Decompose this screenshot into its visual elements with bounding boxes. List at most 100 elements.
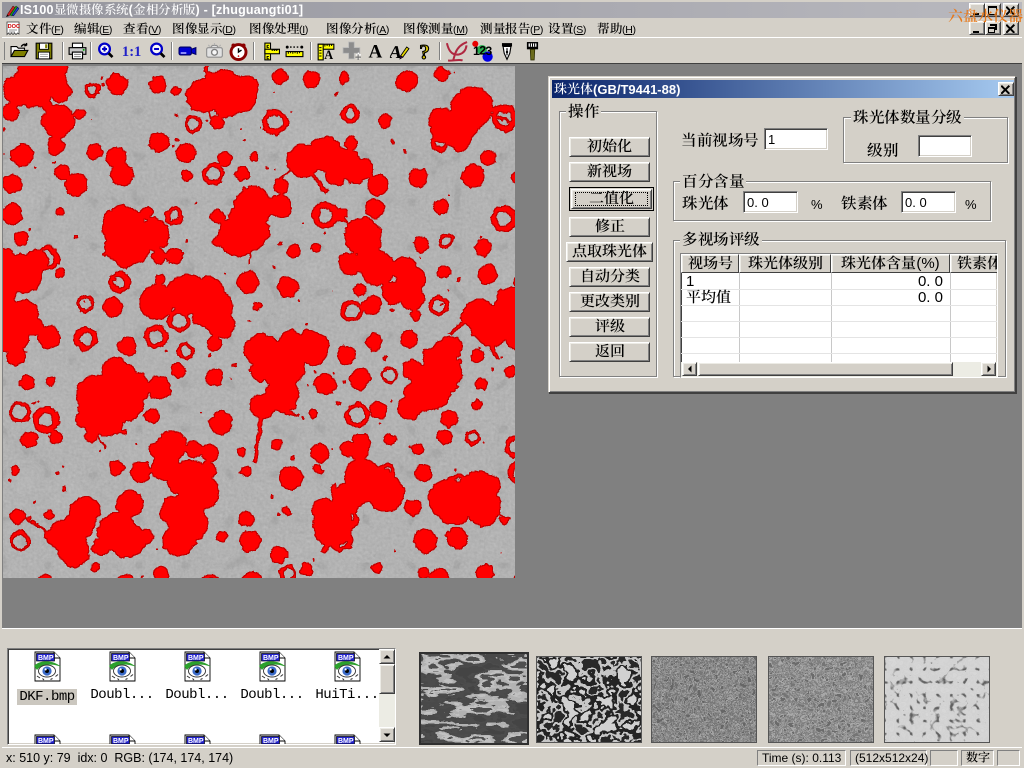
file-item-4[interactable]: BMP Doubl...: [237, 651, 307, 703]
thumbnail-image-4[interactable]: [768, 656, 874, 743]
op-button-label: [595, 318, 625, 335]
menu-item-10[interactable]: (H): [597, 22, 636, 36]
current-field-input[interactable]: 1: [764, 128, 828, 150]
op-button-7[interactable]: [569, 292, 650, 312]
file-item-row2-5[interactable]: BMP: [312, 734, 382, 745]
svg-text:BMP: BMP: [263, 738, 279, 745]
toolbar-save-button[interactable]: [33, 40, 55, 62]
file-item-2[interactable]: BMP Doubl...: [87, 651, 157, 703]
toolbar-annotate-button[interactable]: A: [389, 40, 411, 62]
svg-text:A: A: [324, 47, 333, 60]
op-button-3[interactable]: [571, 189, 652, 209]
doc-icon-label: DOC: [8, 24, 20, 30]
file-item-row2-2[interactable]: BMP: [87, 734, 157, 745]
level-input[interactable]: [918, 135, 972, 157]
op-button-8[interactable]: [569, 317, 650, 337]
table-header-4[interactable]: [950, 254, 998, 273]
file-list-scrollbar[interactable]: [379, 649, 395, 742]
toolbar-separator: [90, 42, 92, 60]
toolbar-ruler-horizontal-button[interactable]: [283, 40, 305, 62]
toolbar-photo-camera-button[interactable]: [203, 40, 225, 62]
svg-text:BMP: BMP: [263, 655, 279, 662]
menu-item-4[interactable]: (D): [172, 22, 236, 36]
menu-item-6[interactable]: (A): [326, 22, 389, 36]
scroll-up-button[interactable]: [379, 649, 395, 664]
window-title: IS100() - [zhuguangti01]: [20, 2, 303, 18]
op-button-4[interactable]: [569, 217, 650, 237]
toolbar-caliper-button[interactable]: [259, 40, 281, 62]
table-grid-line: [950, 273, 951, 363]
menu-item-3[interactable]: (V): [123, 22, 161, 36]
pearlite-input[interactable]: 0. 0: [743, 191, 798, 213]
file-item-row2-3[interactable]: BMP: [162, 734, 232, 745]
table-header-1[interactable]: [681, 254, 739, 273]
table-hscrollbar[interactable]: [681, 362, 997, 377]
op-button-6[interactable]: [569, 267, 650, 287]
toolbar-move-cross-button[interactable]: [341, 40, 363, 62]
svg-text:BMP: BMP: [38, 738, 54, 745]
toolbar-video-camera-button[interactable]: [177, 40, 199, 62]
menu-item-2[interactable]: (E): [74, 22, 112, 36]
toolbar-print-button[interactable]: [66, 40, 88, 62]
table-header-2[interactable]: [739, 254, 831, 273]
toolbar-zoom-in-button[interactable]: [95, 40, 117, 62]
op-button-label: [580, 293, 640, 310]
toolbar-clock-button[interactable]: [227, 40, 249, 62]
toolbar-actual-size-button[interactable]: 1:1: [121, 40, 143, 62]
toolbar-pen-button[interactable]: [496, 40, 518, 62]
menu-item-5[interactable]: (I): [249, 22, 308, 36]
dialog-title-bar[interactable]: (GB/T9441-88): [552, 80, 1014, 98]
op-button-label: [572, 243, 647, 260]
multifield-table[interactable]: (%)10. 00. 0: [680, 253, 998, 378]
toolbar-count-points-button[interactable]: 123: [471, 40, 493, 62]
toolbar-help-button[interactable]: ?: [415, 40, 437, 62]
op-button-label: [587, 138, 632, 155]
menu-item-7[interactable]: (M): [403, 22, 468, 36]
scroll-thumb[interactable]: [379, 664, 395, 694]
micrograph-image[interactable]: [3, 66, 515, 578]
toolbar-brush-button[interactable]: [521, 40, 543, 62]
dialog-close-button[interactable]: [998, 82, 1014, 96]
svg-text:BMP: BMP: [188, 738, 204, 745]
scroll-right-button[interactable]: [981, 362, 996, 376]
menu-item-8[interactable]: (P): [480, 22, 543, 36]
thumbnail-image-2[interactable]: [536, 656, 642, 743]
ferrite-unit: %: [965, 197, 977, 212]
status-time: Time (s): 0.113: [757, 750, 846, 766]
op-button-5[interactable]: [566, 242, 653, 262]
toolbar-curve-cut-button[interactable]: [446, 40, 468, 62]
file-item-row2-4[interactable]: BMP: [237, 734, 307, 745]
file-item-1[interactable]: BMP DKF.bmp: [12, 651, 82, 705]
scroll-thumb[interactable]: [698, 362, 953, 376]
op-button-label: [589, 190, 634, 207]
toolbar-ruler-text-button[interactable]: A: [315, 40, 337, 62]
ferrite-input[interactable]: 0. 0: [901, 191, 956, 213]
table-cell: [682, 289, 732, 305]
table-header-3[interactable]: (%): [831, 254, 950, 273]
scroll-down-button[interactable]: [379, 727, 395, 742]
toolbar-open-button[interactable]: [9, 40, 31, 62]
table-grid-line: [681, 321, 997, 322]
toolbar-zoom-out-button[interactable]: [147, 40, 169, 62]
thumbnail-image-5[interactable]: [884, 656, 990, 743]
ruler-text-icon: A: [317, 43, 335, 60]
file-item-3[interactable]: BMP Doubl...: [162, 651, 232, 703]
toolbar-text-a-button[interactable]: A: [364, 40, 386, 62]
op-button-1[interactable]: [569, 137, 650, 157]
op-button-label: [595, 218, 625, 235]
bmp-file-icon: BMP: [312, 734, 382, 745]
menu-item-9[interactable]: (S): [548, 22, 586, 36]
op-button-2[interactable]: [569, 162, 650, 182]
file-item-5[interactable]: BMP HuiTi...: [312, 651, 382, 703]
file-list[interactable]: BMP DKF.bmp BMP BMP Doubl... BMP BMP Dou…: [7, 648, 396, 745]
thumbnail-image-3[interactable]: [651, 656, 757, 743]
bmp-file-icon: BMP: [162, 651, 232, 687]
caliper-icon: [262, 43, 279, 60]
curve-cut-icon: [446, 41, 468, 61]
scroll-left-button[interactable]: [682, 362, 697, 376]
pearlite-label: [682, 195, 729, 214]
op-button-9[interactable]: [569, 342, 650, 362]
thumbnail-image-1[interactable]: [419, 652, 529, 745]
menu-item-1[interactable]: (F): [26, 22, 64, 36]
file-item-row2-1[interactable]: BMP: [12, 734, 82, 745]
